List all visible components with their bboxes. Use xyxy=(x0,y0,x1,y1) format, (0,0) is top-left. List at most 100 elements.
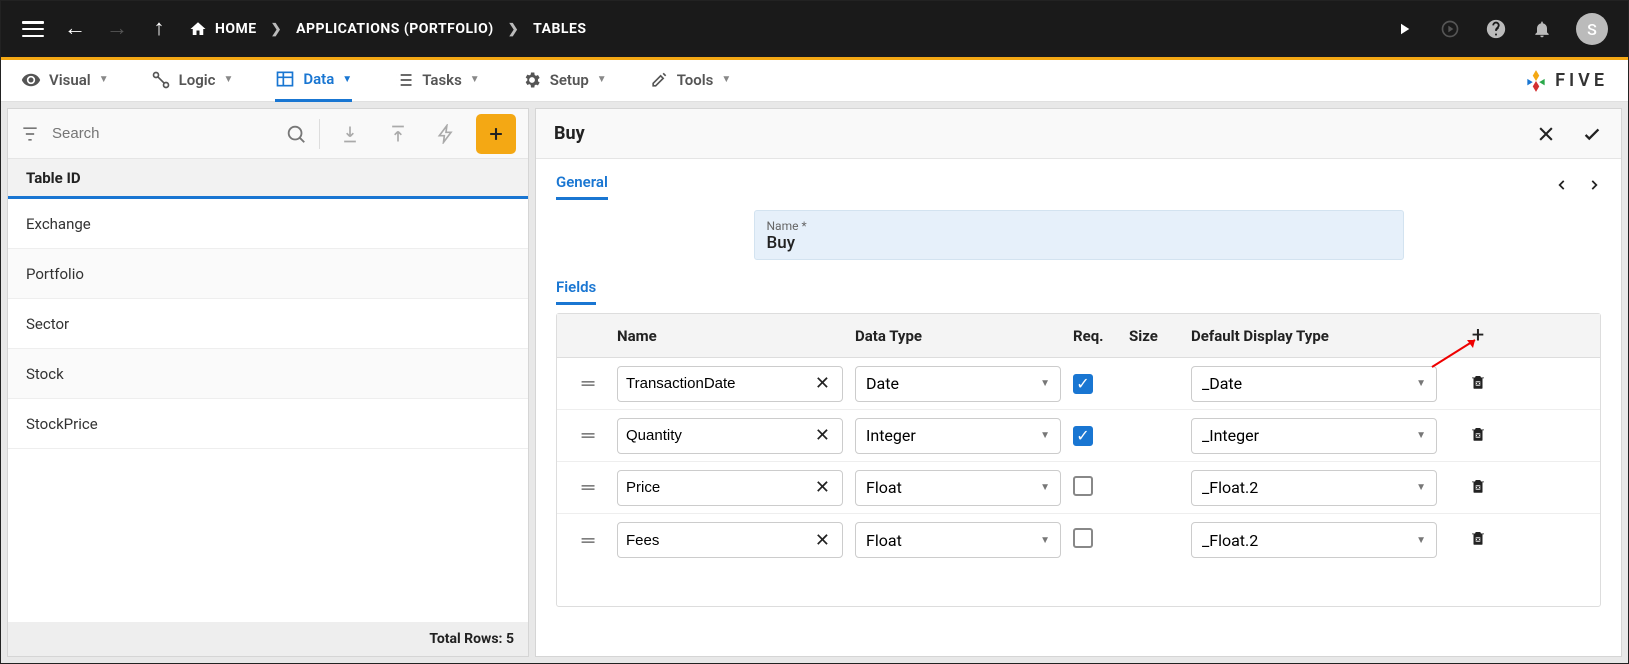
delete-field-button[interactable] xyxy=(1469,425,1487,447)
breadcrumb-home[interactable]: HOME xyxy=(189,20,257,38)
field-name-input[interactable]: ✕ xyxy=(617,522,843,558)
tab-general[interactable]: General xyxy=(556,173,608,200)
clear-icon[interactable]: ✕ xyxy=(811,373,834,394)
table-row[interactable]: Exchange xyxy=(8,199,528,249)
menu-tasks-label: Tasks xyxy=(422,71,462,89)
notifications-button[interactable] xyxy=(1530,17,1554,41)
table-row[interactable]: StockPrice xyxy=(8,399,528,449)
field-required-checkbox[interactable]: ✓ xyxy=(1073,374,1093,394)
menu-logic-label: Logic xyxy=(179,71,216,89)
detail-header: Buy xyxy=(536,109,1621,159)
eye-icon xyxy=(21,70,41,90)
menu-visual[interactable]: Visual▼ xyxy=(21,60,109,102)
help-button[interactable] xyxy=(1484,17,1508,41)
run-button[interactable] xyxy=(1392,17,1416,41)
field-type-select[interactable]: Float▼ xyxy=(855,470,1061,506)
menu-tools-label: Tools xyxy=(677,71,714,89)
nav-forward-button[interactable]: → xyxy=(105,17,129,41)
chevron-right-icon xyxy=(1587,178,1601,192)
col-header-type: Data Type xyxy=(855,327,1073,345)
search-icon[interactable] xyxy=(285,123,307,145)
add-table-button[interactable] xyxy=(476,114,516,154)
field-required-checkbox[interactable]: ✓ xyxy=(1073,426,1093,446)
detail-tabs: General xyxy=(556,173,1601,200)
download-icon xyxy=(340,124,360,144)
field-name-input[interactable]: ✕ xyxy=(617,470,843,506)
table-list-header[interactable]: Table ID xyxy=(8,159,528,199)
bolt-button[interactable] xyxy=(428,116,464,152)
field-display-select[interactable]: _Float.2▼ xyxy=(1191,470,1437,506)
breadcrumb-applications[interactable]: APPLICATIONS (PORTFOLIO) xyxy=(296,21,494,37)
name-field-value: Buy xyxy=(767,233,1391,253)
top-bar: ← → ↑ HOME ❯ APPLICATIONS (PORTFOLIO) ❯ … xyxy=(1,1,1628,57)
import-button[interactable] xyxy=(332,116,368,152)
field-type-select[interactable]: Integer▼ xyxy=(855,418,1061,454)
drag-handle[interactable]: ═ xyxy=(557,425,617,446)
clear-icon[interactable]: ✕ xyxy=(811,530,834,551)
menu-tasks[interactable]: Tasks▼ xyxy=(394,60,480,102)
drag-handle[interactable]: ═ xyxy=(557,530,617,551)
add-field-button[interactable]: + xyxy=(1472,323,1484,348)
delete-field-button[interactable] xyxy=(1469,373,1487,395)
table-row[interactable]: Stock xyxy=(8,349,528,399)
menu-bar: Visual▼ Logic▼ Data▼ Tasks▼ Setup▼ Tools… xyxy=(1,60,1628,102)
delete-field-button[interactable] xyxy=(1469,477,1487,499)
preview-icon xyxy=(1440,19,1460,39)
clear-icon[interactable]: ✕ xyxy=(811,477,834,498)
upload-icon xyxy=(388,124,408,144)
grid-blank-row xyxy=(557,566,1600,606)
home-icon xyxy=(189,20,207,38)
delete-field-button[interactable] xyxy=(1469,529,1487,551)
field-row: ═ ✕ Date▼ ✓ _Date▼ xyxy=(557,358,1600,410)
search-input[interactable] xyxy=(52,125,273,142)
field-type-select[interactable]: Date▼ xyxy=(855,366,1061,402)
field-row: ═ ✕ Integer▼ ✓ _Integer▼ xyxy=(557,410,1600,462)
nav-back-button[interactable]: ← xyxy=(63,17,87,41)
brand-label: FIVE xyxy=(1555,70,1608,91)
menu-data[interactable]: Data▼ xyxy=(275,60,352,102)
chevron-left-icon xyxy=(1555,178,1569,192)
filter-icon[interactable] xyxy=(20,124,40,144)
bolt-icon xyxy=(436,124,456,144)
fields-grid-header: Name Data Type Req. Size Default Display… xyxy=(557,314,1600,358)
table-row[interactable]: Portfolio xyxy=(8,249,528,299)
clear-icon[interactable]: ✕ xyxy=(811,425,834,446)
breadcrumb-tables[interactable]: TABLES xyxy=(533,21,586,37)
name-field[interactable]: Name * Buy xyxy=(754,210,1404,260)
plus-icon xyxy=(486,124,506,144)
field-required-checkbox[interactable] xyxy=(1073,528,1093,548)
menu-setup[interactable]: Setup▼ xyxy=(522,60,607,102)
help-icon xyxy=(1485,18,1507,40)
col-header-name: Name xyxy=(617,327,855,345)
field-required-checkbox[interactable] xyxy=(1073,476,1093,496)
name-field-label: Name * xyxy=(767,219,1391,233)
drag-handle[interactable]: ═ xyxy=(557,477,617,498)
save-button[interactable] xyxy=(1581,123,1603,145)
field-type-select[interactable]: Float▼ xyxy=(855,522,1061,558)
menu-tools[interactable]: Tools▼ xyxy=(649,60,732,102)
menu-logic[interactable]: Logic▼ xyxy=(151,60,234,102)
tables-panel: Table ID Exchange Portfolio Sector Stock… xyxy=(7,108,529,657)
table-row[interactable]: Sector xyxy=(8,299,528,349)
field-name-input[interactable]: ✕ xyxy=(617,418,843,454)
tab-prev-button[interactable] xyxy=(1555,177,1569,196)
field-display-select[interactable]: _Date▼ xyxy=(1191,366,1437,402)
hamburger-menu-button[interactable] xyxy=(21,17,45,41)
cancel-button[interactable] xyxy=(1535,123,1557,145)
subtab-fields[interactable]: Fields xyxy=(556,278,596,305)
field-name-input[interactable]: ✕ xyxy=(617,366,843,402)
field-display-select[interactable]: _Float.2▼ xyxy=(1191,522,1437,558)
footer-count: 5 xyxy=(506,631,514,647)
table-icon xyxy=(275,69,295,89)
preview-button[interactable] xyxy=(1438,17,1462,41)
menu-visual-label: Visual xyxy=(49,71,91,89)
tab-next-button[interactable] xyxy=(1587,177,1601,196)
export-button[interactable] xyxy=(380,116,416,152)
drag-handle[interactable]: ═ xyxy=(557,373,617,394)
nav-up-button[interactable]: ↑ xyxy=(147,17,171,41)
table-list-footer: Total Rows: 5 xyxy=(8,622,528,656)
trash-icon xyxy=(1469,373,1487,391)
field-display-select[interactable]: _Integer▼ xyxy=(1191,418,1437,454)
user-avatar[interactable]: S xyxy=(1576,13,1608,45)
main-split: Table ID Exchange Portfolio Sector Stock… xyxy=(1,102,1628,663)
